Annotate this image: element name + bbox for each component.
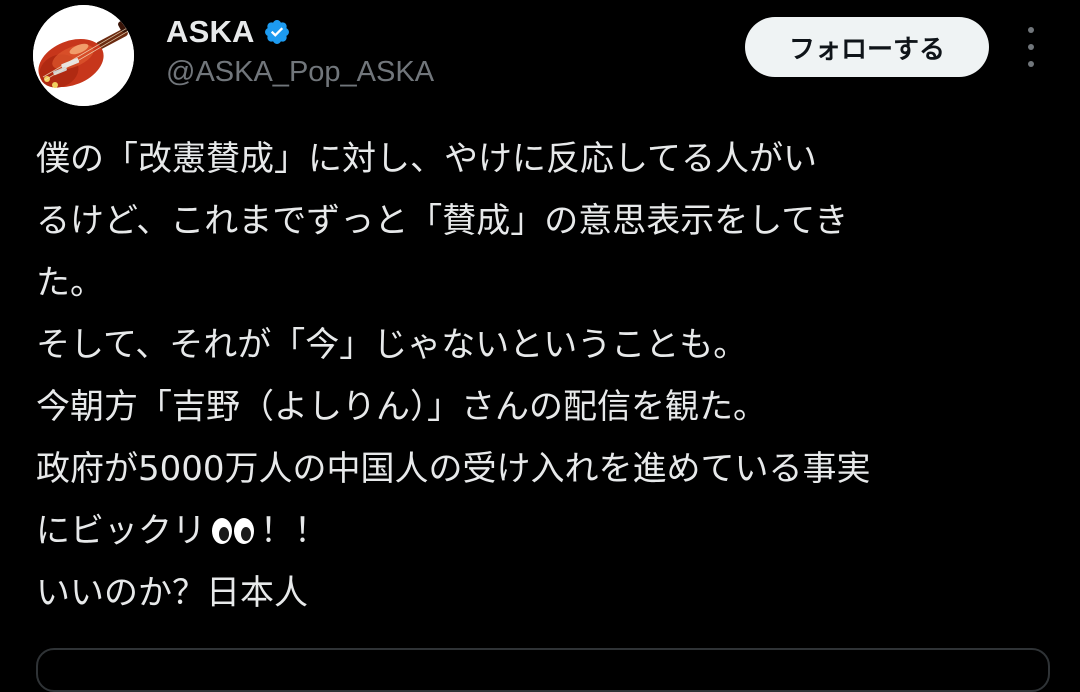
tweet-line: 政府が5000万人の中国人の受け入れを進めている事実 bbox=[36, 449, 871, 489]
tweet-container: ASKA @ASKA_Pop_ASKA フォローする 僕の「改憲賛成」に対し、や… bbox=[0, 0, 1080, 692]
tweet-line-with-emoji: にビックリ ！！ bbox=[36, 500, 1056, 562]
display-name[interactable]: ASKA bbox=[166, 14, 255, 50]
more-dot bbox=[1028, 27, 1034, 33]
more-vertical-icon[interactable] bbox=[1016, 27, 1046, 67]
tweet-line: 僕の「改憲賛成」に対し、やけに反応してる人がい bbox=[36, 139, 817, 179]
tweet-line: るけど、これまでずっと「賛成」の意思表示をしてき bbox=[36, 201, 849, 241]
follow-button[interactable]: フォローする bbox=[745, 17, 989, 77]
embedded-card-edge[interactable] bbox=[36, 648, 1050, 692]
avatar[interactable] bbox=[33, 5, 134, 106]
tweet-line: いいのか？日本人 bbox=[36, 573, 308, 613]
user-handle[interactable]: @ASKA_Pop_ASKA bbox=[166, 56, 434, 89]
tweet-line-text: にビックリ bbox=[36, 511, 206, 551]
eyes-emoji-icon bbox=[210, 504, 256, 544]
verified-badge-icon bbox=[263, 18, 291, 46]
tweet-line: た。 bbox=[36, 263, 104, 303]
user-name-row[interactable]: ASKA bbox=[166, 12, 291, 52]
tweet-text: 僕の「改憲賛成」に対し、やけに反応してる人がい るけど、これまでずっと「賛成」の… bbox=[36, 128, 1056, 624]
tweet-line-suffix: ！！ bbox=[260, 511, 328, 551]
violin-bass-guitar-icon bbox=[33, 5, 134, 106]
more-dot bbox=[1028, 61, 1034, 67]
tweet-line: 今朝方「吉野（よしりん）」さんの配信を観た。 bbox=[36, 387, 767, 427]
tweet-line: そして、それが「今」じゃないということも。 bbox=[36, 325, 748, 365]
more-dot bbox=[1028, 44, 1034, 50]
